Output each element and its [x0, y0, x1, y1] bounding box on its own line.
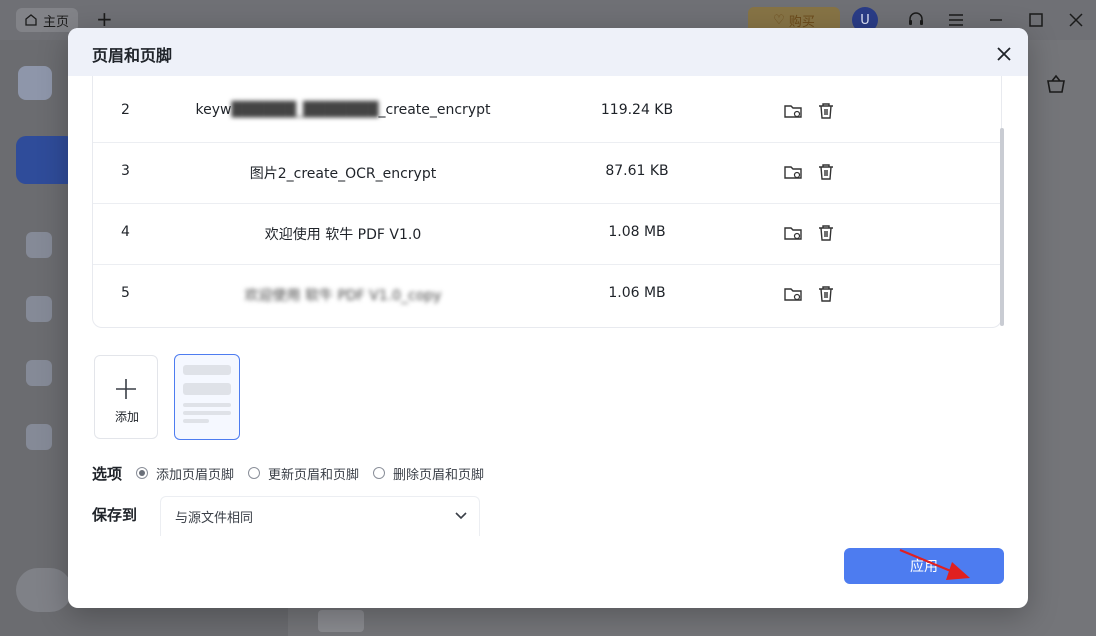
save-to-label: 保存到 — [92, 506, 138, 524]
toolbox-icon[interactable] — [26, 424, 52, 450]
basket-icon[interactable] — [1044, 72, 1068, 96]
add-label: 添加 — [114, 410, 139, 424]
trash-icon[interactable] — [817, 101, 835, 121]
file-index: 3 — [121, 163, 130, 179]
option-label: 删除页眉和页脚 — [393, 467, 485, 483]
dialog-header: 页眉和页脚 — [68, 28, 1028, 76]
chevron-down-icon — [455, 512, 467, 520]
option-delete-header-footer[interactable]: 删除页眉和页脚 — [373, 464, 484, 483]
table-row: 5 欢迎使用 软牛 PDF V1.0_copy 1.06 MB — [93, 265, 1001, 326]
table-row: 3 图片2_create_OCR_encrypt 87.61 KB — [93, 143, 1001, 204]
file-name: keyw██████_███████_create_encrypt — [195, 102, 491, 118]
options-row: 选项 添加页眉页脚 更新页眉和页脚 删除页眉和页脚 — [92, 463, 498, 483]
folder-settings-icon[interactable] — [783, 101, 803, 121]
home-icon — [25, 14, 37, 26]
file-index: 4 — [121, 224, 130, 240]
buy-label: 购买 — [788, 14, 815, 30]
file-size: 87.61 KB — [605, 163, 669, 179]
radio-checked[interactable] — [136, 467, 149, 479]
save-to-value: 与源文件相同 — [175, 511, 254, 526]
file-name: 图片2_create_OCR_encrypt — [249, 166, 437, 182]
save-to-select[interactable]: 与源文件相同 — [160, 496, 480, 536]
option-label: 添加页眉页脚 — [156, 467, 235, 483]
folder-settings-icon[interactable] — [783, 284, 803, 304]
file-index: 2 — [121, 102, 130, 118]
radio-unchecked[interactable] — [248, 467, 261, 479]
trash-icon[interactable] — [817, 284, 835, 304]
sidebar-bottom-item[interactable] — [16, 568, 72, 612]
options-label: 选项 — [92, 464, 123, 483]
file-name: 欢迎使用 软牛 PDF V1.0_copy — [244, 288, 442, 304]
radio-unchecked[interactable] — [373, 467, 386, 479]
table-row: 4 欢迎使用 软牛 PDF V1.0 1.08 MB — [93, 204, 1001, 265]
file-size: 119.24 KB — [600, 102, 674, 118]
header-footer-dialog: 页眉和页脚 2 keyw██████_███████_create_encryp… — [68, 28, 1028, 608]
close-icon[interactable] — [992, 42, 1016, 66]
trash-icon[interactable] — [817, 223, 835, 243]
template-thumbnail[interactable] — [174, 354, 240, 440]
edit-icon[interactable] — [26, 232, 52, 258]
template-text-line — [183, 419, 209, 423]
template-text-line — [183, 411, 231, 415]
template-text-line — [183, 403, 231, 407]
option-label: 更新页眉和页脚 — [268, 467, 360, 483]
table-row: 2 keyw██████_███████_create_encrypt 119.… — [93, 82, 1001, 143]
template-body-block — [183, 383, 231, 395]
file-size: 1.08 MB — [608, 224, 666, 240]
file-index: 5 — [121, 285, 130, 301]
folder-settings-icon[interactable] — [783, 223, 803, 243]
red-arrow-annotation — [899, 548, 970, 580]
new-tab-plus-icon[interactable]: + — [96, 8, 113, 30]
file-list: 2 keyw██████_███████_create_encrypt 119.… — [92, 76, 1002, 328]
ocr-icon[interactable] — [26, 360, 52, 386]
app-logo — [18, 66, 52, 100]
diamond-icon: ♡ — [773, 12, 785, 28]
background-thumbnail — [318, 610, 364, 632]
file-size: 1.06 MB — [608, 285, 666, 301]
dialog-title: 页眉和页脚 — [92, 46, 173, 65]
scrollbar[interactable] — [1000, 128, 1004, 326]
file-name: 欢迎使用 软牛 PDF V1.0 — [264, 227, 422, 243]
option-add-header-footer[interactable]: 添加页眉页脚 — [136, 464, 234, 483]
convert-icon[interactable] — [26, 296, 52, 322]
add-template-button[interactable]: 添加 — [94, 355, 158, 439]
template-header-block — [183, 365, 231, 375]
sidebar-active-item[interactable] — [16, 136, 76, 184]
home-tab-label: 主页 — [43, 14, 70, 30]
option-update-header-footer[interactable]: 更新页眉和页脚 — [248, 464, 359, 483]
window-close-icon[interactable] — [1064, 8, 1088, 32]
folder-settings-icon[interactable] — [783, 162, 803, 182]
trash-icon[interactable] — [817, 162, 835, 182]
plus-icon — [116, 379, 136, 399]
